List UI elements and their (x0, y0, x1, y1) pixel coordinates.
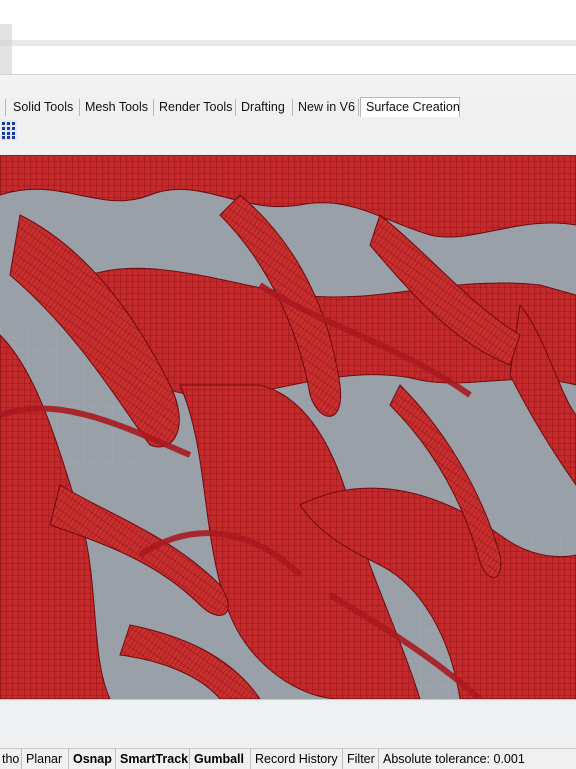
tab-solid-tools[interactable]: Solid Tools (8, 99, 80, 116)
tolerance-readout: Absolute tolerance: 0.001 (383, 752, 525, 766)
tab-mesh-tools[interactable]: Mesh Tools (80, 99, 154, 116)
command-line[interactable] (0, 46, 576, 75)
tab-surface-creation[interactable]: Surface Creation (360, 97, 460, 117)
toolbar (0, 117, 576, 155)
wireframe-mesh-model (0, 155, 576, 699)
title-area (0, 0, 576, 40)
tab-new-in-v6[interactable]: New in V6 (293, 99, 359, 116)
ortho-toggle[interactable]: tho (0, 749, 22, 769)
ribbon-background (0, 75, 576, 97)
osnap-toggle[interactable]: Osnap (69, 749, 116, 769)
filter-toggle[interactable]: Filter (343, 749, 379, 769)
tab-render-tools[interactable]: Render Tools (154, 99, 236, 116)
gumball-toggle[interactable]: Gumball (190, 749, 251, 769)
smarttrack-toggle[interactable]: SmartTrack (116, 749, 190, 769)
tab-drafting[interactable]: Drafting (236, 99, 293, 116)
record-history-toggle[interactable]: Record History (251, 749, 343, 769)
ribbon-tab-bar: Solid Tools Mesh Tools Render Tools Draf… (0, 97, 576, 118)
bottom-panel (0, 699, 576, 748)
status-bar: tho Planar Osnap SmartTrack Gumball Reco… (0, 748, 576, 769)
grid-tool-icon[interactable] (1, 120, 17, 140)
planar-toggle[interactable]: Planar (22, 749, 69, 769)
tab-partial[interactable] (0, 99, 6, 116)
perspective-viewport[interactable] (0, 155, 576, 699)
